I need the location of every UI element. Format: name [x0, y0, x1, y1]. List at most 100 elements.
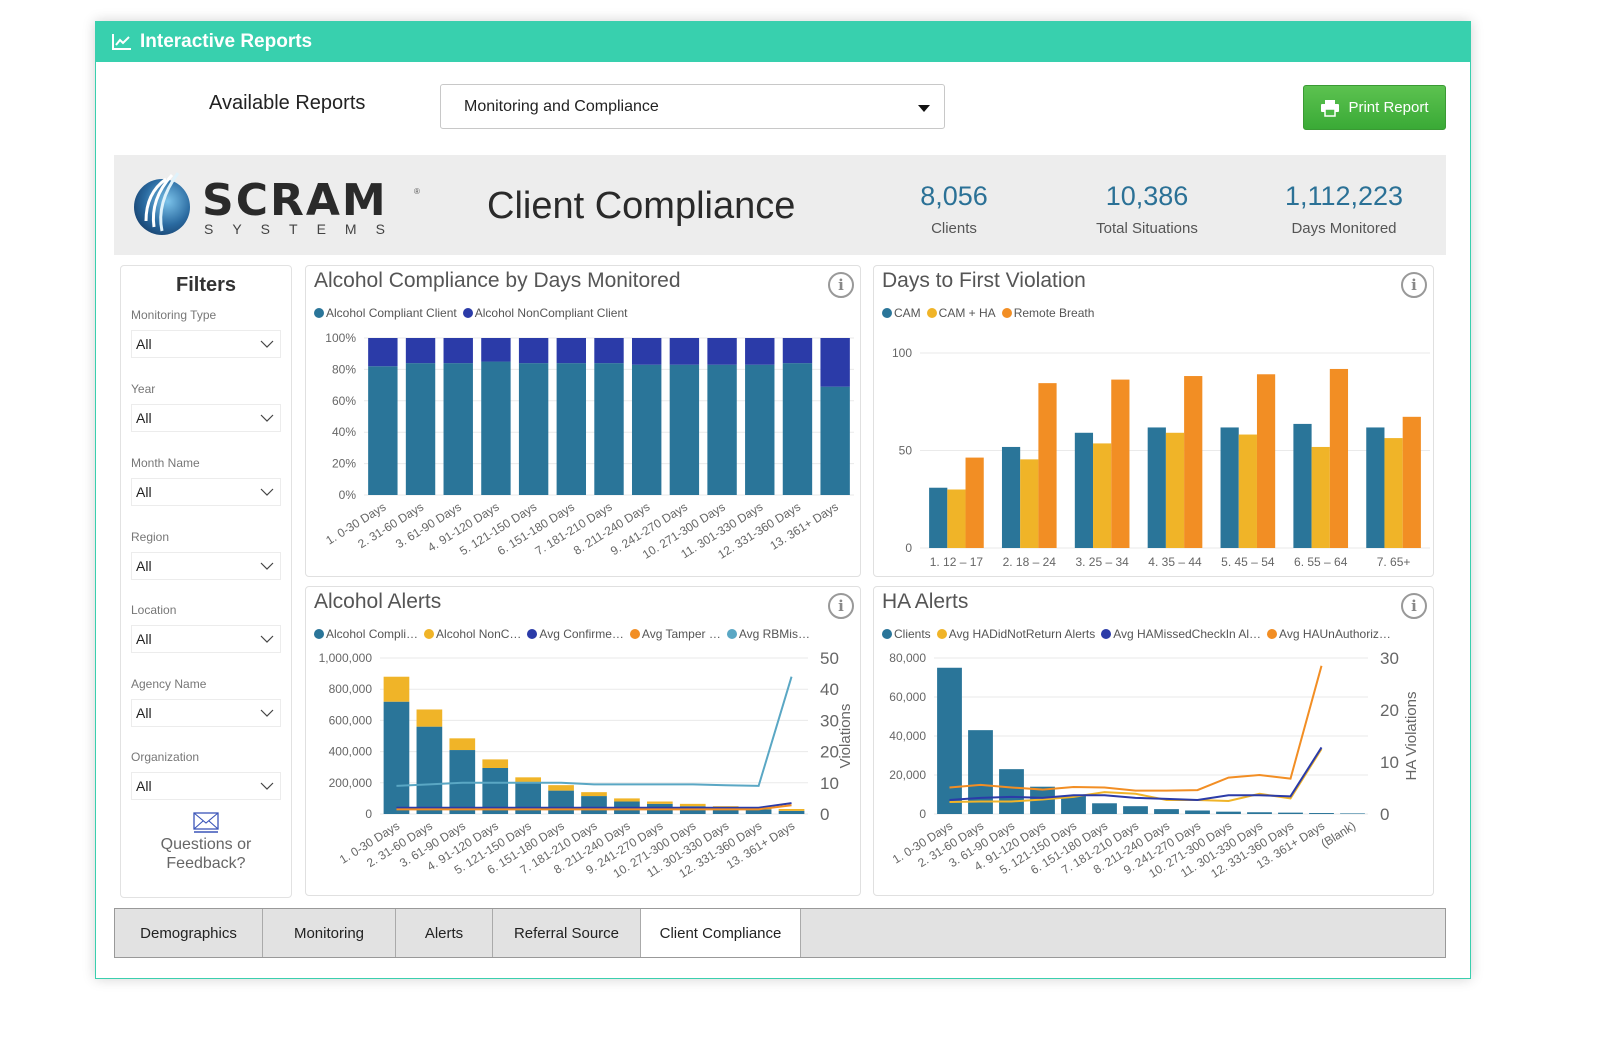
bar [1001, 446, 1021, 548]
kpi-value: 8,056 [920, 181, 988, 211]
bar [965, 457, 984, 548]
feedback-link[interactable]: Questions or Feedback? [121, 811, 291, 873]
y-tick-label: 40,000 [889, 729, 926, 743]
chevron-down-icon [260, 562, 274, 570]
chart-svg: 0 20,000 40,000 60,000 80,000 0 10 20 30 HA Viola… [889, 649, 1420, 881]
bar [679, 803, 706, 807]
report-toolbar: Available Reports Monitoring and Complia… [96, 84, 1470, 134]
bar [782, 338, 813, 364]
bar [937, 667, 962, 814]
filter-label: Month Name [131, 456, 200, 470]
report-canvas: SCRAM ® SYSTEMS Client Compliance 8,056 … [114, 155, 1446, 960]
bar [383, 701, 410, 814]
title-bar: Interactive Reports [96, 22, 1470, 62]
bar [631, 338, 662, 365]
y-tick-label: 80,000 [889, 651, 926, 665]
bar [947, 489, 966, 548]
chevron-down-icon [260, 709, 274, 717]
filter-dropdown[interactable]: All [131, 330, 281, 358]
print-report-label: Print Report [1348, 99, 1429, 116]
bar [581, 792, 607, 797]
bar [1165, 432, 1185, 548]
filter-label: Year [131, 382, 156, 396]
bar [383, 676, 410, 702]
bar [820, 338, 850, 387]
y-tick-label: 40% [332, 425, 356, 439]
filter-dropdown[interactable]: All [131, 625, 281, 653]
bar [548, 785, 574, 791]
filter-year: Year All [131, 382, 281, 432]
bar [481, 361, 511, 495]
tab-label: Alerts [424, 924, 464, 942]
report-title: Client Compliance [487, 185, 796, 227]
bar [443, 363, 473, 495]
tab-demographics[interactable]: Demographics [115, 909, 263, 957]
y-tick-label: 20,000 [889, 768, 926, 782]
tab-alerts[interactable]: Alerts [396, 909, 493, 957]
bar [548, 790, 574, 814]
chart-svg: 0 50 100 1. 12 – 17 2. 18 – 24 3. 25 – 34 4. 3… [892, 346, 1430, 569]
bar [1329, 368, 1349, 548]
filter-dropdown[interactable]: All [131, 478, 281, 506]
bar [669, 364, 700, 495]
bar [1038, 383, 1057, 548]
chart-panel-ha-alerts: HA Alerts i Clients Avg HADidNotReturn Aler… [873, 586, 1434, 896]
printer-icon [1321, 99, 1340, 117]
y-tick-label: 60,000 [889, 690, 926, 704]
report-select[interactable]: Monitoring and Compliance [440, 84, 945, 129]
filters-panel: Filters Monitoring Type All Year All Mon… [120, 265, 292, 898]
bar [1123, 806, 1148, 814]
filter-dropdown[interactable]: All [131, 772, 281, 800]
line-chart-icon [112, 34, 131, 50]
filter-region: Region All [131, 530, 281, 580]
caret-down-icon [918, 105, 930, 112]
bar [518, 363, 549, 495]
tab-referral-source[interactable]: Referral Source [493, 909, 641, 957]
y2-tick-label: 30 [1380, 649, 1399, 668]
filter-dropdown[interactable]: All [131, 699, 281, 727]
envelope-icon [193, 812, 219, 833]
bar [1020, 459, 1039, 548]
filter-label: Region [131, 530, 170, 544]
app-title: Interactive Reports [140, 31, 313, 52]
y-tick-label: 1,000,000 [319, 651, 373, 665]
chart-svg: 0 200,000 400,000 600,000 800,000 1,000,000 0 1… [319, 649, 854, 881]
chart-panel-alcohol-alerts: Alcohol Alerts i Alcohol Compli… Alcohol No… [305, 586, 861, 896]
bar [594, 363, 624, 495]
tab-client-compliance[interactable]: Client Compliance [641, 909, 801, 957]
bar [929, 487, 948, 548]
kpi-clients: 8,056 Clients [894, 181, 1014, 237]
filter-dropdown[interactable]: All [131, 404, 281, 432]
interactive-reports-window: Interactive Reports Available Reports Mo… [95, 21, 1471, 979]
bar [368, 366, 398, 495]
bar [405, 338, 436, 364]
x-tick-label: (Blank) [1318, 819, 1358, 851]
filter-value: All [136, 410, 152, 426]
bar [1092, 803, 1117, 814]
bar [1147, 427, 1166, 548]
filter-value: All [136, 336, 152, 352]
bar [778, 810, 805, 814]
chart-panel-compliance: Alcohol Compliance by Days Monitored i Alc… [305, 265, 861, 577]
chart-svg: 0%20%40%60%80%100%1. 0-30 Days2. 31-60 D… [323, 331, 854, 562]
bar [669, 338, 700, 365]
bar [1384, 438, 1403, 548]
print-report-button[interactable]: Print Report [1303, 85, 1446, 130]
y-tick-label: 100 [892, 346, 912, 360]
y-tick-label: 80% [332, 362, 356, 376]
bar [631, 364, 662, 495]
report-tabs: Demographics Monitoring Alerts Referral … [114, 908, 1446, 958]
bar [614, 798, 640, 802]
bar [368, 338, 398, 367]
bar [405, 363, 436, 495]
filter-dropdown[interactable]: All [131, 552, 281, 580]
y-tick-label: 60% [332, 394, 356, 408]
tab-monitoring[interactable]: Monitoring [263, 909, 396, 957]
bar [745, 364, 775, 495]
bar [1216, 811, 1241, 814]
bar [745, 338, 775, 365]
y2-tick-label: 40 [820, 680, 839, 699]
bar [416, 709, 443, 727]
feedback-line-1: Questions or [160, 836, 252, 853]
filter-label: Monitoring Type [131, 308, 217, 322]
